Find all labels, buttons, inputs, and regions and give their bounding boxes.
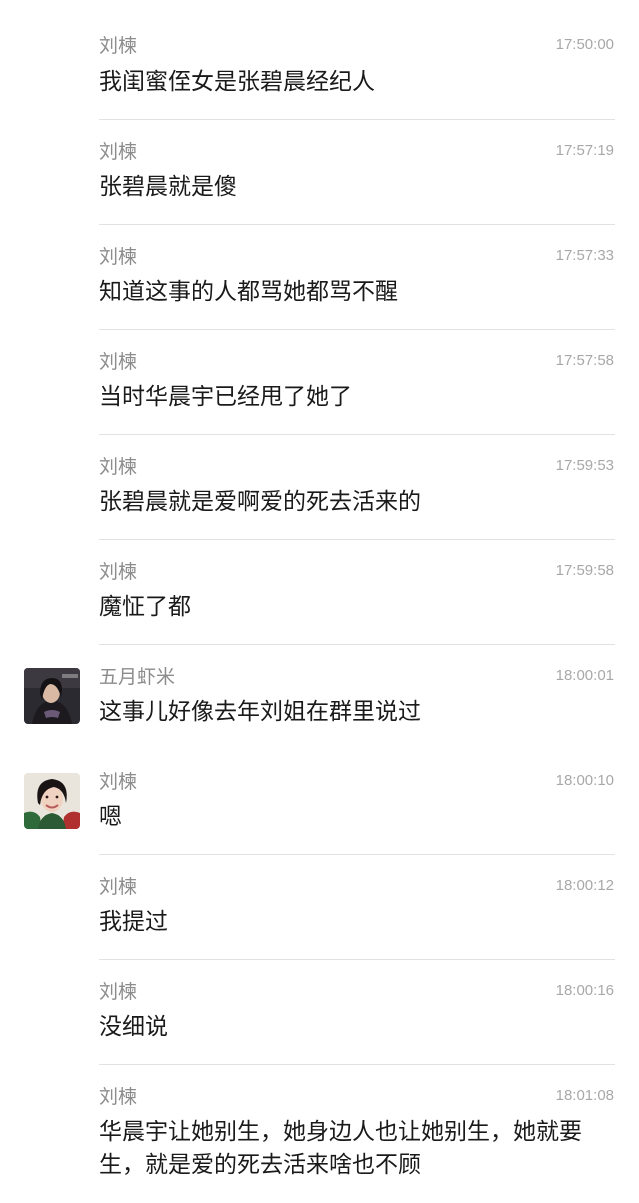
message-text: 我提过: [99, 909, 168, 935]
message-text: 我闺蜜侄女是张碧晨经纪人: [99, 69, 375, 95]
sender-name: 刘楝: [99, 1086, 138, 1108]
message-timestamp: 17:57:33: [555, 247, 614, 264]
sender-name: 刘楝: [99, 141, 138, 163]
chat-message: 刘楝 18:00:16 没细说: [0, 960, 639, 1065]
message-timestamp: 17:59:53: [555, 457, 614, 474]
message-text: 这事儿好像去年刘姐在群里说过: [99, 699, 421, 725]
sender-name: 刘楝: [99, 351, 138, 373]
avatar[interactable]: [24, 668, 80, 724]
message-text: 当时华晨宇已经甩了她了: [99, 384, 352, 410]
chat-message: 刘楝 18:01:08 华晨宇让她别生，她身边人也让她别生，她就要生，就是爱的死…: [0, 1065, 639, 1203]
sender-name: 刘楝: [99, 35, 138, 57]
message-timestamp: 17:50:00: [555, 36, 614, 53]
chat-message: 刘楝 17:59:53 张碧晨就是爱啊爱的死去活来的: [0, 435, 639, 540]
sender-name: 刘楝: [99, 981, 138, 1003]
sender-name: 刘楝: [99, 561, 138, 583]
chat-message: 刘楝 17:50:00 我闺蜜侄女是张碧晨经纪人: [0, 0, 639, 120]
message-text: 华晨宇让她别生，她身边人也让她别生，她就要生，就是爱的死去活来啥也不顾: [99, 1119, 582, 1178]
message-text: 张碧晨就是傻: [99, 174, 237, 200]
message-timestamp: 17:57:58: [555, 352, 614, 369]
message-timestamp: 17:57:19: [555, 142, 614, 159]
chat-message: 刘楝 18:00:12 我提过: [0, 855, 639, 960]
chat-message: 刘楝 18:00:10 嗯: [0, 750, 639, 855]
chat-message: 刘楝 17:57:19 张碧晨就是傻: [0, 120, 639, 225]
message-text: 没细说: [99, 1014, 168, 1040]
message-timestamp: 18:00:16: [555, 982, 614, 999]
avatar[interactable]: [24, 773, 80, 829]
chat-message: 刘楝 17:59:58 魔怔了都: [0, 540, 639, 645]
sender-name: 刘楝: [99, 456, 138, 478]
message-timestamp: 18:00:12: [555, 877, 614, 894]
message-timestamp: 18:00:01: [555, 667, 614, 684]
sender-name: 刘楝: [99, 246, 138, 268]
message-text: 张碧晨就是爱啊爱的死去活来的: [99, 489, 421, 515]
message-text: 嗯: [99, 804, 122, 830]
chat-message: 五月虾米 18:00:01 这事儿好像去年刘姐在群里说过: [0, 645, 639, 750]
sender-name: 五月虾米: [99, 666, 176, 688]
message-text: 知道这事的人都骂她都骂不醒: [99, 279, 398, 305]
chat-message: 刘楝 17:57:58 当时华晨宇已经甩了她了: [0, 330, 639, 435]
message-timestamp: 18:01:08: [555, 1087, 614, 1104]
chat-message: 刘楝 17:57:33 知道这事的人都骂她都骂不醒: [0, 225, 639, 330]
user-avatar-icon: [24, 668, 80, 724]
sender-name: 刘楝: [99, 771, 138, 793]
chat-message-list[interactable]: 刘楝 17:50:00 我闺蜜侄女是张碧晨经纪人 刘楝 17:57:19 张碧晨…: [0, 0, 639, 1203]
user-avatar-icon: [24, 773, 80, 829]
message-timestamp: 17:59:58: [555, 562, 614, 579]
sender-name: 刘楝: [99, 876, 138, 898]
message-text: 魔怔了都: [99, 594, 191, 620]
message-timestamp: 18:00:10: [555, 772, 614, 789]
